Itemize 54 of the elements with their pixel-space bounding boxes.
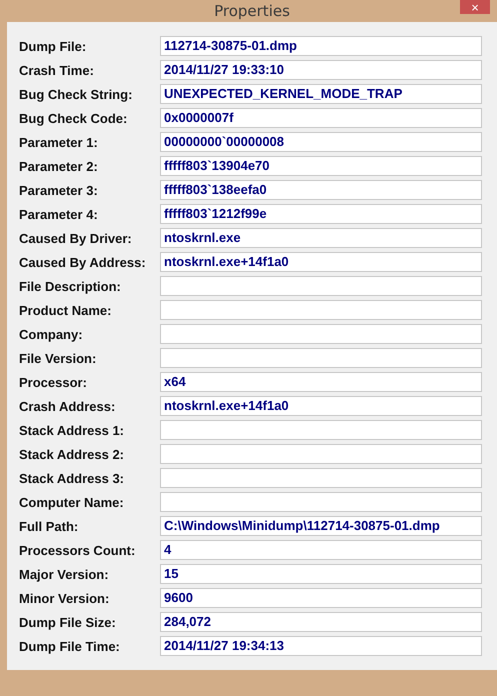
field-label: Processor: bbox=[19, 374, 88, 390]
value-field[interactable]: ntoskrnl.exe+14f1a0 bbox=[160, 252, 482, 272]
field-label: Company: bbox=[19, 326, 84, 342]
value-field[interactable]: fffff803`13904e70 bbox=[160, 156, 482, 176]
field-label: Crash Time: bbox=[19, 62, 95, 78]
field-label: Dump File: bbox=[19, 38, 88, 54]
field-label: Minor Version: bbox=[19, 590, 110, 606]
field-label: Parameter 4: bbox=[19, 206, 99, 222]
value-field[interactable]: UNEXPECTED_KERNEL_MODE_TRAP bbox=[160, 84, 482, 104]
value-field[interactable]: x64 bbox=[160, 372, 482, 392]
value-field[interactable]: ntoskrnl.exe+14f1a0 bbox=[160, 396, 482, 416]
value-field[interactable] bbox=[160, 444, 482, 464]
field-label: Crash Address: bbox=[19, 398, 116, 414]
value-field[interactable]: 9600 bbox=[160, 588, 482, 608]
value-field[interactable]: 2014/11/27 19:34:13 bbox=[160, 636, 482, 656]
field-label: Parameter 3: bbox=[19, 182, 99, 198]
field-label: Stack Address 2: bbox=[19, 446, 126, 462]
value-field[interactable] bbox=[160, 468, 482, 488]
value-field[interactable]: fffff803`138eefa0 bbox=[160, 180, 482, 200]
field-label: Product Name: bbox=[19, 302, 112, 318]
field-label: Full Path: bbox=[19, 518, 80, 534]
field-label: Dump File Size: bbox=[19, 614, 117, 630]
value-field[interactable]: 284,072 bbox=[160, 612, 482, 632]
field-label: Bug Check String: bbox=[19, 86, 134, 102]
window-title: Properties bbox=[214, 2, 290, 20]
close-button[interactable]: × bbox=[460, 0, 490, 14]
field-label: Parameter 2: bbox=[19, 158, 99, 174]
value-field[interactable] bbox=[160, 324, 482, 344]
value-field[interactable]: fffff803`1212f99e bbox=[160, 204, 482, 224]
value-field[interactable] bbox=[160, 420, 482, 440]
value-field[interactable]: 00000000`00000008 bbox=[160, 132, 482, 152]
field-label: Stack Address 3: bbox=[19, 470, 126, 486]
value-field[interactable]: ntoskrnl.exe bbox=[160, 228, 482, 248]
field-label: Processors Count: bbox=[19, 542, 136, 558]
value-field[interactable]: 112714-30875-01.dmp bbox=[160, 36, 482, 56]
field-label: Dump File Time: bbox=[19, 638, 121, 654]
field-label: Caused By Driver: bbox=[19, 230, 133, 246]
value-field[interactable] bbox=[160, 300, 482, 320]
field-label: File Description: bbox=[19, 278, 122, 294]
field-label: Bug Check Code: bbox=[19, 110, 128, 126]
value-field[interactable] bbox=[160, 492, 482, 512]
value-field[interactable] bbox=[160, 348, 482, 368]
field-label: File Version: bbox=[19, 350, 98, 366]
value-field[interactable]: C:\Windows\Minidump\112714-30875-01.dmp bbox=[160, 516, 482, 536]
field-label: Major Version: bbox=[19, 566, 110, 582]
value-field[interactable]: 2014/11/27 19:33:10 bbox=[160, 60, 482, 80]
field-label: Parameter 1: bbox=[19, 134, 99, 150]
field-label: Stack Address 1: bbox=[19, 422, 126, 438]
value-field[interactable]: 15 bbox=[160, 564, 482, 584]
field-label: Computer Name: bbox=[19, 494, 125, 510]
field-label: Caused By Address: bbox=[19, 254, 147, 270]
value-field[interactable]: 4 bbox=[160, 540, 482, 560]
value-field[interactable]: 0x0000007f bbox=[160, 108, 482, 128]
value-field[interactable] bbox=[160, 276, 482, 296]
